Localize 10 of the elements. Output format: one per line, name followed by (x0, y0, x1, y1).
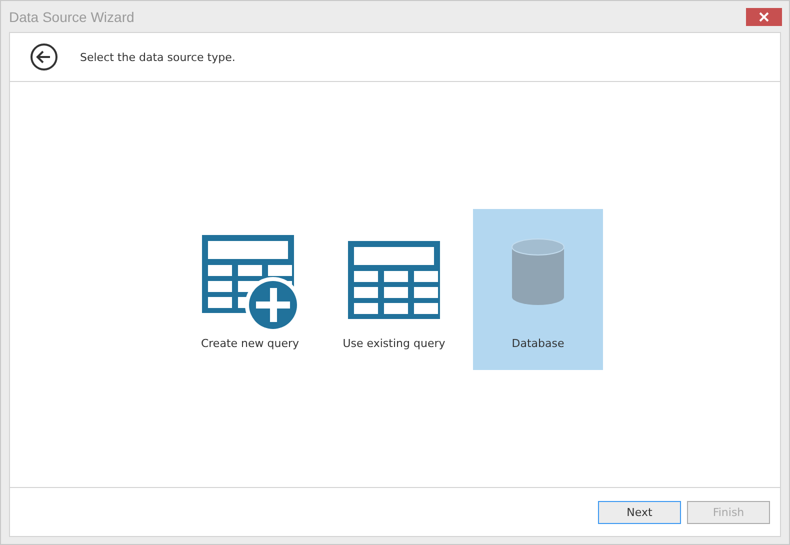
close-icon (759, 12, 769, 22)
wizard-button[interactable]: Next (598, 500, 681, 524)
window-title: Data Source Wizard (9, 8, 134, 24)
data-source-option[interactable]: Create new query (185, 209, 315, 370)
close-button[interactable] (746, 8, 782, 26)
table-add-icon (200, 233, 300, 329)
back-button[interactable] (30, 43, 58, 71)
instruction-text: Select the data source type. (80, 50, 236, 64)
data-source-option[interactable]: Database (473, 209, 603, 370)
data-source-option[interactable]: Use existing query (329, 209, 459, 370)
